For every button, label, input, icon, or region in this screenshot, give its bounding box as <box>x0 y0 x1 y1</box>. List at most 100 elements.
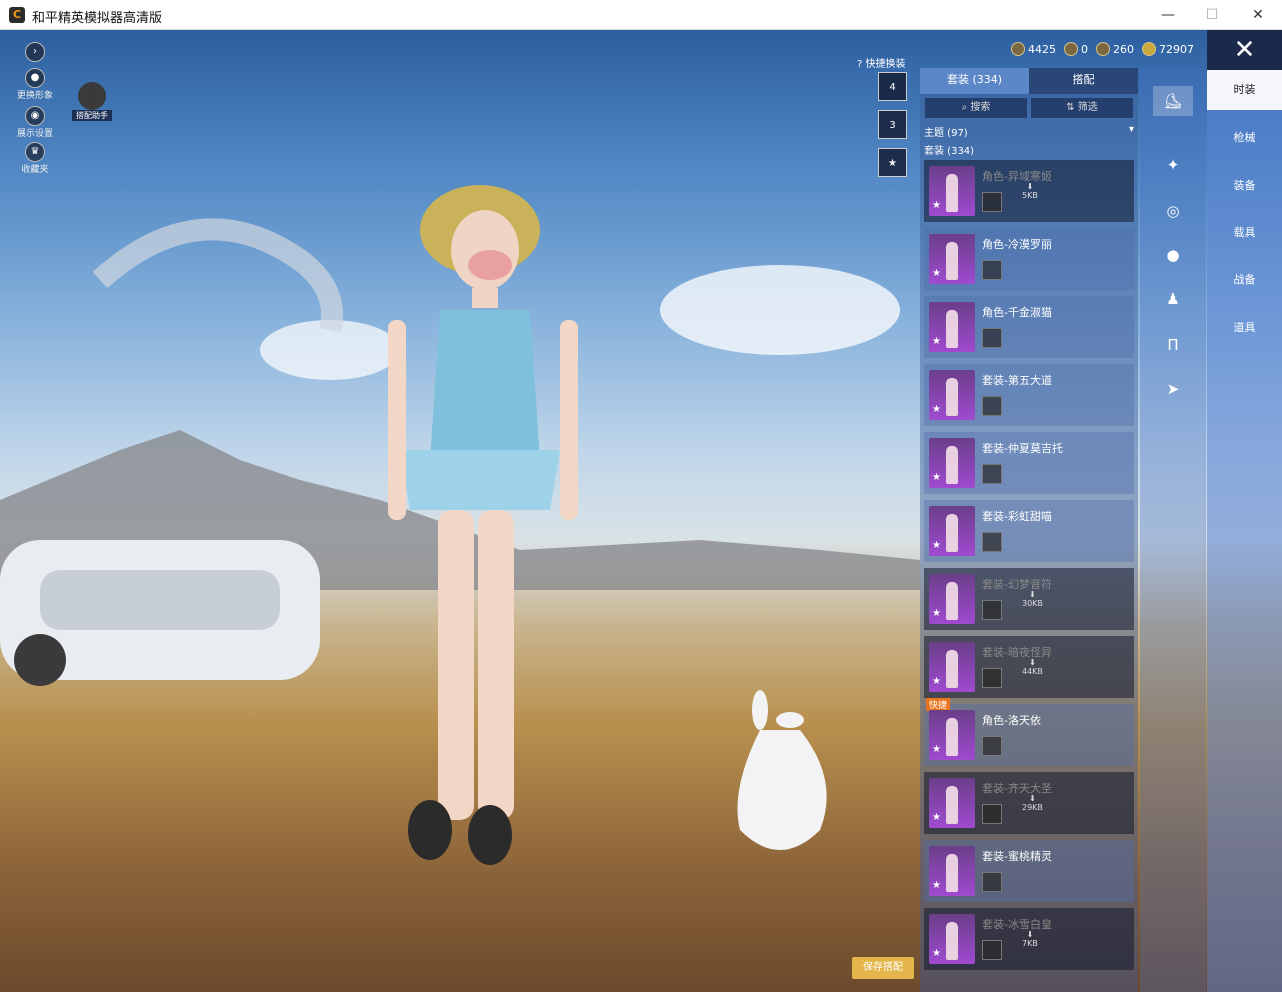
star-icon: ★ <box>932 404 941 415</box>
sidebar-item-fashion[interactable]: 时装 <box>1207 70 1282 110</box>
nav-arrow-icon: › <box>25 42 45 62</box>
list-item[interactable]: ★ 套装-第五大道 <box>924 364 1134 426</box>
sub-part-icon <box>982 192 1002 212</box>
quick-swap-slot[interactable]: ★ <box>878 148 907 177</box>
search-label: 搜索 <box>970 102 991 113</box>
filter-button[interactable]: ⇅ 筛选 <box>1031 98 1133 118</box>
item-name: 套装-冰雪白皇 <box>982 918 1052 931</box>
change-avatar-button[interactable]: ● 更换形象 <box>13 68 57 101</box>
item-name: 角色-洛天依 <box>982 714 1041 727</box>
item-name: 套装-彩虹甜喵 <box>982 510 1052 523</box>
size-label: 7KB <box>1022 939 1038 948</box>
star-icon: ★ <box>932 540 941 551</box>
star-icon: ★ <box>932 948 941 959</box>
tab-match[interactable]: 搭配 <box>1029 68 1138 94</box>
favorite-label: 收藏夹 <box>21 165 49 175</box>
currency-value: 4425 <box>1028 42 1056 56</box>
assistant-button[interactable]: 搭配助手 <box>72 82 112 122</box>
sub-part-icon <box>982 804 1002 824</box>
sidebar: ✕ 时装 枪械 装备 载具 战备 道具 <box>1207 30 1282 992</box>
favorite-button[interactable]: ♛ 收藏夹 <box>13 142 57 175</box>
outfit-icon[interactable]: ⛸ <box>1153 86 1193 116</box>
currency-item: 260 <box>1096 40 1134 58</box>
maximize-button[interactable]: ☐ <box>1199 4 1225 26</box>
size-label: 29KB <box>1022 803 1043 812</box>
sidebar-item-equipment[interactable]: 装备 <box>1207 166 1282 206</box>
list-item[interactable]: ★ 套装-暗夜怪异 ⬇ 44KB <box>924 636 1134 698</box>
download-icon: ⬇ <box>1026 182 1034 191</box>
sidebar-item-combat-prep[interactable]: 战备 <box>1207 260 1282 300</box>
close-icon[interactable]: ✕ <box>1207 30 1282 70</box>
list-item[interactable]: ★ 套装-冰雪白皇 ⬇ 7KB <box>924 908 1134 970</box>
download-icon: ⬇ <box>1029 794 1036 803</box>
save-outfit-button[interactable]: 保存搭配 <box>852 957 914 979</box>
chevron-down-icon: ▾ <box>1128 124 1134 135</box>
pet-icon[interactable]: ● <box>1153 240 1193 270</box>
window-title: 和平精英模拟器高清版 <box>32 11 163 26</box>
theme-label: 主题 (97) <box>924 128 968 139</box>
glasses-icon[interactable]: ◎ <box>1153 196 1193 226</box>
minimize-button[interactable]: — <box>1155 4 1181 26</box>
theme-dropdown[interactable]: 主题 (97) ▾ <box>924 124 1134 139</box>
list-item[interactable]: ★ 角色-异域寒姬 ⬇ 5KB <box>924 160 1134 222</box>
sub-part-icon <box>982 532 1002 552</box>
currency-value: 0 <box>1081 42 1088 56</box>
outfit-tabs: 套装 (334) 搭配 <box>920 68 1138 94</box>
token-icon <box>1064 42 1078 56</box>
eye-icon: ◉ <box>25 106 45 126</box>
download-size: ⬇ 30KB <box>1022 590 1043 608</box>
list-item[interactable]: ★ 套装-齐天大圣 ⬇ 29KB <box>924 772 1134 834</box>
display-settings-button[interactable]: ◉ 展示设置 <box>13 106 57 139</box>
list-item[interactable]: ★ 套装-彩虹甜喵 <box>924 500 1134 562</box>
weapon-icon[interactable]: ✦ <box>1153 150 1193 180</box>
currency-item: 0 <box>1064 40 1088 58</box>
list-item[interactable]: ★ 角色-冷漠罗丽 <box>924 228 1134 290</box>
sub-part-icon <box>982 940 1002 960</box>
item-name: 角色-千金淑猫 <box>982 306 1052 319</box>
character-model <box>388 185 578 865</box>
gun-icon[interactable]: ➤ <box>1153 374 1193 404</box>
coin-icon <box>1011 42 1025 56</box>
outfit-count: 套装 (334) <box>924 146 975 157</box>
title-bar: C 和平精英模拟器高清版 — ☐ ✕ <box>0 0 1282 30</box>
quick-swap-slot[interactable]: 4 <box>878 72 907 101</box>
star-icon: ★ <box>932 880 941 891</box>
list-item[interactable]: 快捷 ★ 角色-洛天依 <box>924 698 1134 766</box>
gold-icon <box>1142 42 1156 56</box>
display-settings-label: 展示设置 <box>16 129 53 139</box>
tab-outfits[interactable]: 套装 (334) <box>920 68 1029 94</box>
item-name: 套装-仲夏莫吉托 <box>982 442 1063 455</box>
sub-part-icon <box>982 668 1002 688</box>
figure-icon[interactable]: ♟ <box>1153 284 1193 314</box>
app-icon: C <box>9 7 25 23</box>
star-icon: ★ <box>932 200 941 211</box>
search-button[interactable]: ⌕ 搜索 <box>925 98 1027 118</box>
quick-swap-header[interactable]: ? 快捷换装 <box>857 55 906 70</box>
quick-swap-label: 快捷换装 <box>865 59 906 70</box>
download-icon: ⬇ <box>1026 930 1034 939</box>
sub-part-icon <box>982 736 1002 756</box>
sidebar-item-vehicles[interactable]: 载具 <box>1207 213 1282 253</box>
favorite-icon: ♛ <box>25 142 45 162</box>
game-scene: › ● 更换形象 ◉ 展示设置 ♛ 收藏夹 搭配助手 4425 0 260 72907… <box>0 30 1282 992</box>
help-icon: ? <box>857 59 863 70</box>
currency-value: 72907 <box>1159 42 1194 56</box>
sidebar-item-guns[interactable]: 枪械 <box>1207 118 1282 158</box>
size-label: 30KB <box>1022 599 1043 608</box>
item-name: 套装-蜜桃精灵 <box>982 850 1052 863</box>
list-item[interactable]: ★ 套装-蜜桃精灵 <box>924 840 1134 902</box>
avatar-icon: ● <box>25 68 45 88</box>
quick-swap-slot[interactable]: 3 <box>878 110 907 139</box>
list-item[interactable]: ★ 套装-幻梦音符 ⬇ 30KB <box>924 568 1134 630</box>
download-size: ⬇ 5KB <box>1022 182 1038 200</box>
close-window-button[interactable]: ✕ <box>1245 4 1271 26</box>
list-item[interactable]: ★ 角色-千金淑猫 <box>924 296 1134 358</box>
download-size: ⬇ 29KB <box>1022 794 1043 812</box>
pants-icon[interactable]: Π <box>1153 330 1193 360</box>
currency-bar: 4425 0 260 72907 <box>1011 40 1194 58</box>
sidebar-item-props[interactable]: 道具 <box>1207 308 1282 348</box>
download-size: ⬇ 7KB <box>1022 930 1038 948</box>
list-item[interactable]: ★ 套装-仲夏莫吉托 <box>924 432 1134 494</box>
nav-arrow-button[interactable]: › <box>20 42 50 62</box>
download-icon: ⬇ <box>1029 658 1036 667</box>
